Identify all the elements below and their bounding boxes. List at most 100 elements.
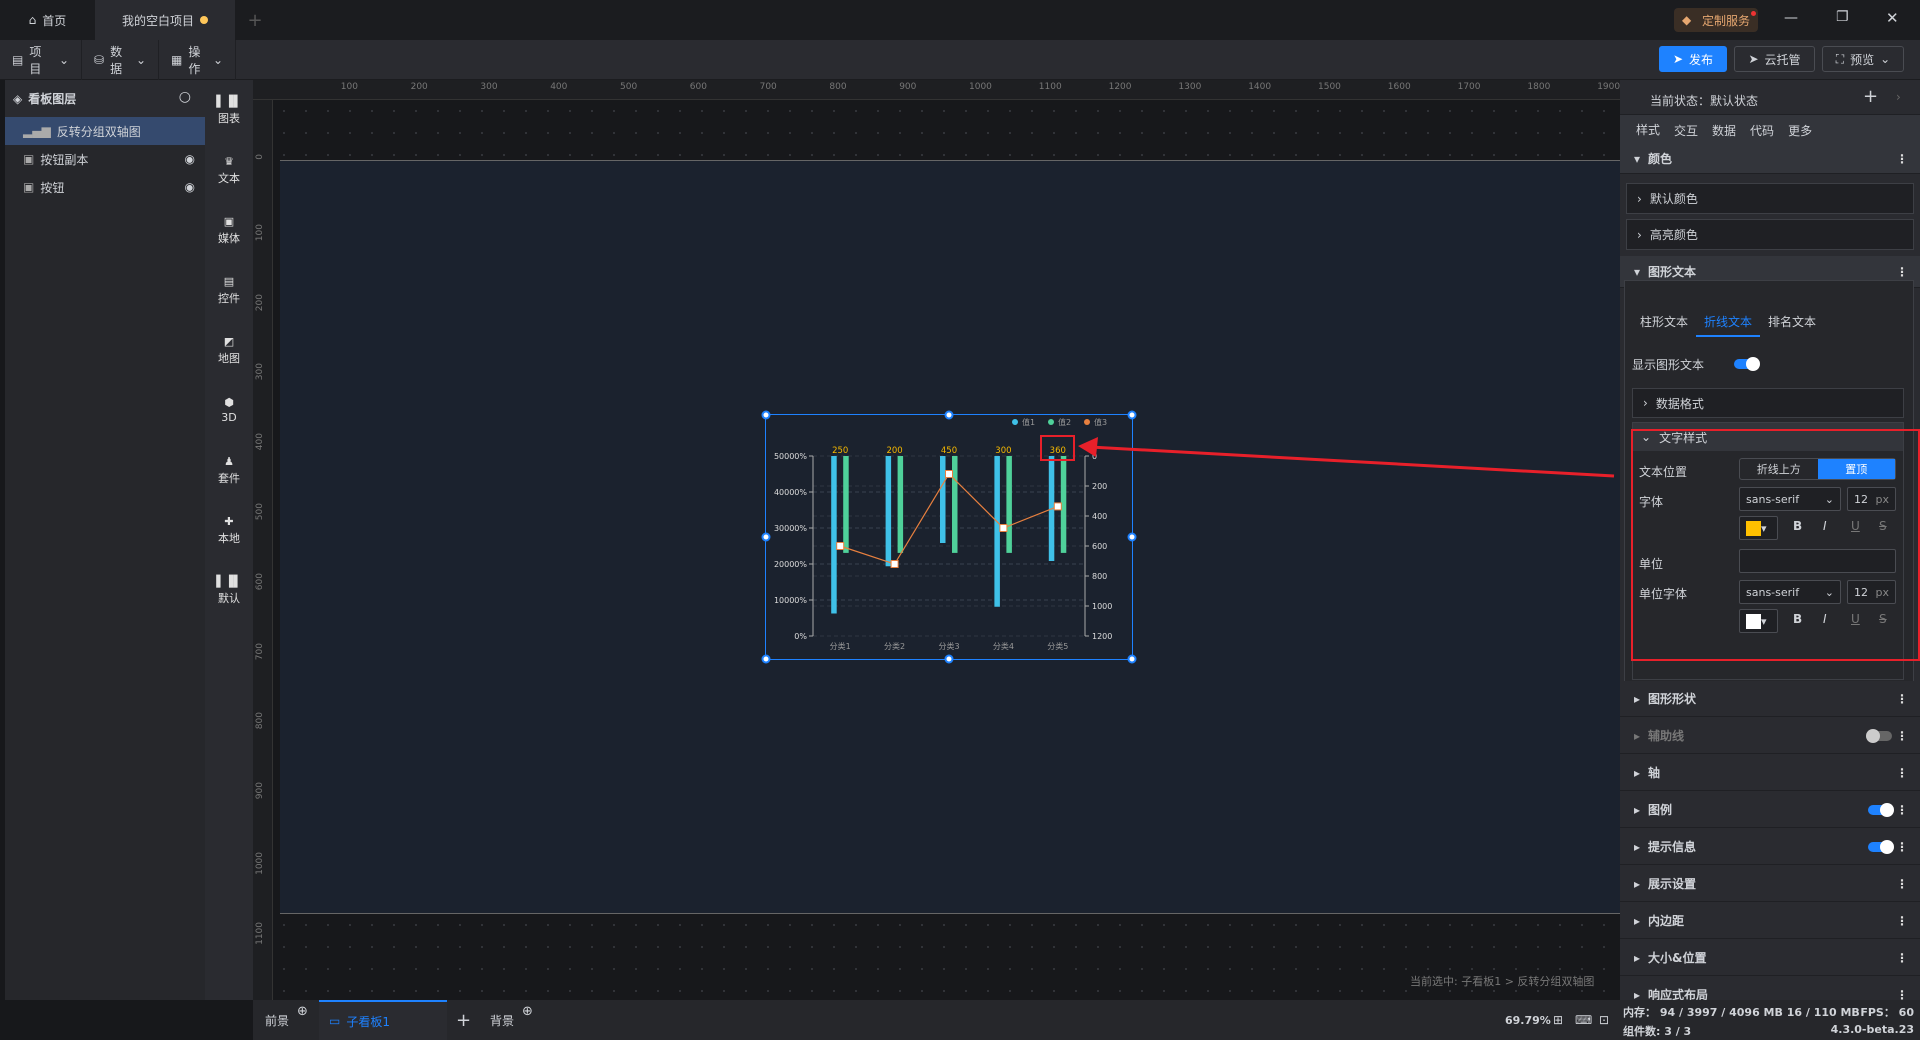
resize-handle[interactable] bbox=[1127, 410, 1137, 420]
custom-service-button[interactable]: ◆ 定制服务 bbox=[1674, 8, 1759, 32]
more-icon[interactable]: ⋮ bbox=[1896, 729, 1908, 743]
resize-handle[interactable] bbox=[761, 532, 771, 542]
section-5[interactable]: ▸ 展示设置 ⋮ bbox=[1620, 866, 1920, 902]
more-icon[interactable]: ⋮ bbox=[1896, 803, 1908, 817]
section-toggle[interactable] bbox=[1868, 803, 1894, 817]
preview-button[interactable]: ⛶ 预览 ⌄ bbox=[1822, 46, 1904, 72]
more-icon[interactable]: ⋮ bbox=[1896, 840, 1908, 854]
menu-project[interactable]: ▤ 项目 ⌄ bbox=[0, 40, 82, 80]
bold-icon[interactable]: B bbox=[1793, 612, 1802, 626]
cloud-hosting-button[interactable]: ➤ 云托管 bbox=[1734, 46, 1815, 72]
layer-item[interactable]: ▂▄▆ 反转分组双轴图 bbox=[5, 117, 205, 145]
section-4[interactable]: ▸ 提示信息 ⋮ bbox=[1620, 829, 1920, 865]
add-state-button[interactable]: + bbox=[1863, 86, 1878, 107]
chevron-right-icon[interactable]: › bbox=[1896, 90, 1901, 104]
more-icon[interactable]: ⋮ bbox=[1896, 877, 1908, 891]
eye-hidden-icon[interactable]: ◉ bbox=[185, 180, 195, 194]
text-style-header[interactable]: ⌄ 文字样式 bbox=[1633, 423, 1903, 451]
bold-icon[interactable]: B bbox=[1793, 519, 1802, 533]
tab-project[interactable]: 我的空白项目 bbox=[95, 0, 235, 40]
underline-icon[interactable]: U bbox=[1851, 612, 1860, 626]
tab-foreground[interactable]: 前景 ⊕ bbox=[265, 1000, 325, 1040]
section-3[interactable]: ▸ 图例 ⋮ bbox=[1620, 792, 1920, 828]
publish-button[interactable]: ➤ 发布 bbox=[1659, 46, 1727, 72]
underline-icon[interactable]: U bbox=[1851, 519, 1860, 533]
layer-item[interactable]: ▣ 按钮 ◉ bbox=[5, 173, 205, 201]
add-circle-icon[interactable]: ⊕ bbox=[522, 1004, 533, 1019]
new-tab-button[interactable]: + bbox=[240, 0, 270, 40]
layer-item[interactable]: ▣ 按钮副本 ◉ bbox=[5, 145, 205, 173]
section-0[interactable]: ▸ 图形形状 ⋮ bbox=[1620, 681, 1920, 717]
unit-input[interactable] bbox=[1739, 549, 1896, 573]
unit-font-size-input[interactable]: 12 px bbox=[1847, 580, 1896, 604]
tab-data[interactable]: 数据 bbox=[1712, 122, 1736, 139]
font-select[interactable]: sans-serif ⌄ bbox=[1739, 487, 1841, 511]
italic-icon[interactable]: I bbox=[1823, 612, 1827, 626]
component-local[interactable]: ✚ 本地 bbox=[205, 500, 253, 560]
tab-bar-text[interactable]: 柱形文本 bbox=[1640, 313, 1688, 330]
component-kit[interactable]: ♟ 套件 bbox=[205, 440, 253, 500]
tab-background[interactable]: 背景 ⊕ bbox=[490, 1000, 550, 1040]
tab-home[interactable]: ⌂ 首页 bbox=[0, 0, 95, 40]
eye-hidden-icon[interactable]: ◉ bbox=[185, 152, 195, 166]
font-size-input[interactable]: 12 px bbox=[1847, 487, 1896, 511]
more-icon[interactable]: ⋮ bbox=[1896, 265, 1908, 279]
auxline-toggle[interactable] bbox=[1866, 729, 1892, 743]
tab-more[interactable]: 更多 bbox=[1788, 122, 1812, 139]
default-color-row[interactable]: › 默认颜色 bbox=[1626, 183, 1914, 214]
section-1[interactable]: ▸ 辅助线 ⋮ bbox=[1620, 718, 1920, 754]
resize-handle[interactable] bbox=[1127, 532, 1137, 542]
tab-rank-text[interactable]: 排名文本 bbox=[1768, 313, 1816, 330]
font-color-picker[interactable]: ▾ bbox=[1739, 516, 1778, 540]
restore-icon[interactable]: ❐ bbox=[1836, 9, 1849, 25]
position-option-selected[interactable]: 置顶 bbox=[1817, 459, 1895, 479]
section-color[interactable]: ▾ 颜色 ⋮ bbox=[1620, 144, 1920, 174]
more-icon[interactable]: ⋮ bbox=[1896, 766, 1908, 780]
keyboard-icon[interactable]: ⌨ bbox=[1575, 1000, 1592, 1040]
component-text[interactable]: ♛ 文本 bbox=[205, 140, 253, 200]
highlight-color-row[interactable]: › 高亮颜色 bbox=[1626, 219, 1914, 250]
show-text-toggle[interactable] bbox=[1734, 357, 1760, 371]
terminal-icon[interactable]: ⊡ bbox=[1599, 1000, 1609, 1040]
menu-operation[interactable]: ▦ 操作 ⌄ bbox=[159, 40, 236, 80]
component-3d[interactable]: ⬢ 3D bbox=[205, 380, 253, 440]
strikethrough-icon[interactable]: S bbox=[1879, 612, 1887, 626]
tab-interaction[interactable]: 交互 bbox=[1674, 122, 1698, 139]
more-icon[interactable]: ⋮ bbox=[1896, 951, 1908, 965]
chart-widget[interactable]: 0% 10000% 20000% 30000% 40000% 50000% 0 200 400 6… bbox=[761, 410, 1137, 664]
more-icon[interactable]: ⋮ bbox=[1896, 692, 1908, 706]
search-icon[interactable]: ○ bbox=[179, 89, 191, 105]
tab-board[interactable]: ▭ 子看板1 bbox=[319, 1000, 447, 1040]
component-chart[interactable]: ▌▐▌ 图表 bbox=[205, 80, 253, 140]
resize-handle[interactable] bbox=[761, 410, 771, 420]
resize-handle[interactable] bbox=[944, 410, 954, 420]
position-option[interactable]: 折线上方 bbox=[1740, 459, 1818, 479]
section-2[interactable]: ▸ 轴 ⋮ bbox=[1620, 755, 1920, 791]
resize-handle[interactable] bbox=[761, 654, 771, 664]
component-media[interactable]: ▣ 媒体 bbox=[205, 200, 253, 260]
unit-font-select[interactable]: sans-serif ⌄ bbox=[1739, 580, 1841, 604]
resize-handle[interactable] bbox=[1127, 654, 1137, 664]
italic-icon[interactable]: I bbox=[1823, 519, 1827, 533]
resize-handle[interactable] bbox=[944, 654, 954, 664]
close-icon[interactable]: ✕ bbox=[1886, 9, 1899, 27]
strikethrough-icon[interactable]: S bbox=[1879, 519, 1887, 533]
add-board-button[interactable]: + bbox=[447, 1000, 480, 1040]
minimize-icon[interactable]: — bbox=[1784, 10, 1798, 26]
fit-screen-icon[interactable]: ⊞ bbox=[1553, 1000, 1563, 1040]
component-default[interactable]: ▌▐▌ 默认 bbox=[205, 560, 253, 620]
tab-line-text[interactable]: 折线文本 bbox=[1696, 308, 1761, 337]
more-icon[interactable]: ⋮ bbox=[1896, 914, 1908, 928]
section-toggle[interactable] bbox=[1868, 840, 1894, 854]
component-control[interactable]: ▤ 控件 bbox=[205, 260, 253, 320]
menu-data[interactable]: ⛁ 数据 ⌄ bbox=[82, 40, 159, 80]
data-format-row[interactable]: › 数据格式 bbox=[1632, 388, 1904, 418]
tab-code[interactable]: 代码 bbox=[1750, 122, 1774, 139]
unit-color-picker[interactable]: ▾ bbox=[1739, 609, 1778, 633]
section-6[interactable]: ▸ 内边距 ⋮ bbox=[1620, 903, 1920, 939]
section-7[interactable]: ▸ 大小&位置 ⋮ bbox=[1620, 940, 1920, 976]
component-map[interactable]: ◩ 地图 bbox=[205, 320, 253, 380]
tab-style[interactable]: 样式 bbox=[1636, 115, 1661, 146]
more-icon[interactable]: ⋮ bbox=[1896, 152, 1908, 166]
add-circle-icon[interactable]: ⊕ bbox=[297, 1004, 308, 1019]
